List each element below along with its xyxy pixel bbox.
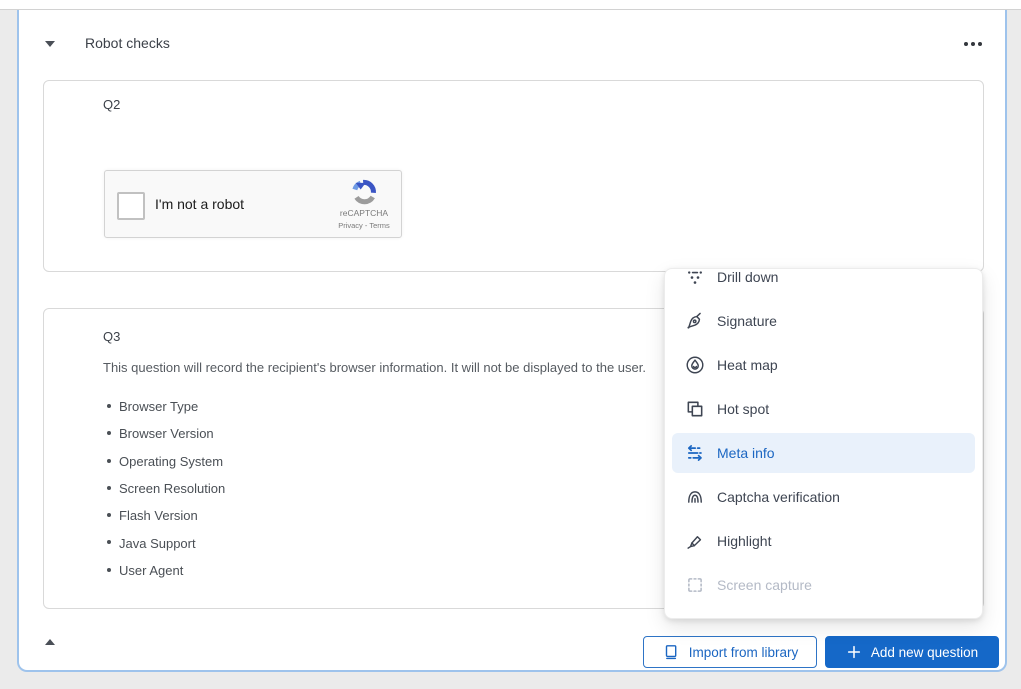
- meta-info-icon: [685, 443, 705, 463]
- list-item: Java Support: [103, 529, 225, 556]
- drill-down-icon: [685, 268, 705, 287]
- menu-item-label: Heat map: [717, 357, 778, 373]
- list-item: User Agent: [103, 557, 225, 584]
- previous-block-edge: [0, 0, 1021, 10]
- menu-item-label: Drill down: [717, 269, 778, 285]
- block-header: Robot checks: [19, 10, 1005, 80]
- menu-item-meta-info[interactable]: Meta info: [672, 433, 975, 473]
- hot-spot-icon: [685, 399, 705, 419]
- recaptcha-checkbox[interactable]: [117, 192, 145, 220]
- menu-item-screen-capture: Screen capture: [665, 563, 982, 607]
- question-card-q2[interactable]: Q2 I'm not a robot reCAPTCHA Privacy - T…: [43, 80, 984, 272]
- menu-item-highlight[interactable]: Highlight: [665, 519, 982, 563]
- block-collapse-bottom-button[interactable]: [40, 632, 60, 652]
- captcha-verification-icon: [685, 487, 705, 507]
- heat-map-icon: [685, 355, 705, 375]
- recaptcha-logo-icon: [349, 177, 379, 207]
- recaptcha-branding: reCAPTCHA Privacy - Terms: [335, 177, 393, 230]
- meta-info-list: Browser Type Browser Version Operating S…: [103, 393, 225, 584]
- caret-down-icon: [45, 41, 55, 47]
- question-label: Q2: [103, 97, 120, 112]
- block-title: Robot checks: [85, 35, 170, 51]
- recaptcha-brand-text: reCAPTCHA: [340, 208, 388, 218]
- question-type-menu: Drill down Signature Heat m: [664, 268, 983, 619]
- signature-icon: [685, 311, 705, 331]
- menu-item-drill-down[interactable]: Drill down: [665, 268, 982, 299]
- import-from-library-button[interactable]: Import from library: [643, 636, 817, 668]
- ellipsis-icon: [964, 42, 968, 46]
- add-new-question-button[interactable]: Add new question: [825, 636, 999, 668]
- survey-builder-stage: Robot checks Q2 I'm not a robot reCAPT: [0, 0, 1021, 689]
- menu-item-label: Highlight: [717, 533, 771, 549]
- menu-item-label: Hot spot: [717, 401, 769, 417]
- menu-item-label: Signature: [717, 313, 777, 329]
- list-item: Screen Resolution: [103, 475, 225, 502]
- recaptcha-widget: I'm not a robot reCAPTCHA Privacy - Term…: [104, 170, 402, 238]
- question-label: Q3: [103, 329, 120, 344]
- menu-item-captcha-verification[interactable]: Captcha verification: [665, 475, 982, 519]
- menu-item-heat-map[interactable]: Heat map: [665, 343, 982, 387]
- menu-item-signature[interactable]: Signature: [665, 299, 982, 343]
- block-collapse-button[interactable]: [40, 34, 60, 54]
- list-item: Browser Type: [103, 393, 225, 420]
- highlight-icon: [685, 531, 705, 551]
- screen-capture-icon: [685, 575, 705, 595]
- menu-item-hot-spot[interactable]: Hot spot: [665, 387, 982, 431]
- block-options-button[interactable]: [953, 31, 993, 57]
- menu-item-label: Captcha verification: [717, 489, 840, 505]
- question-description: This question will record the recipient'…: [103, 360, 646, 375]
- menu-item-label: Screen capture: [717, 577, 812, 593]
- add-button-label: Add new question: [871, 645, 978, 660]
- recaptcha-label: I'm not a robot: [155, 196, 244, 212]
- list-item: Browser Version: [103, 420, 225, 447]
- list-item: Flash Version: [103, 502, 225, 529]
- menu-item-label: Meta info: [717, 445, 775, 461]
- import-button-label: Import from library: [689, 645, 799, 660]
- caret-up-icon: [45, 639, 55, 645]
- plus-icon: [846, 644, 862, 660]
- list-item: Operating System: [103, 448, 225, 475]
- book-icon: [662, 643, 680, 661]
- recaptcha-privacy-terms-links[interactable]: Privacy - Terms: [338, 221, 390, 230]
